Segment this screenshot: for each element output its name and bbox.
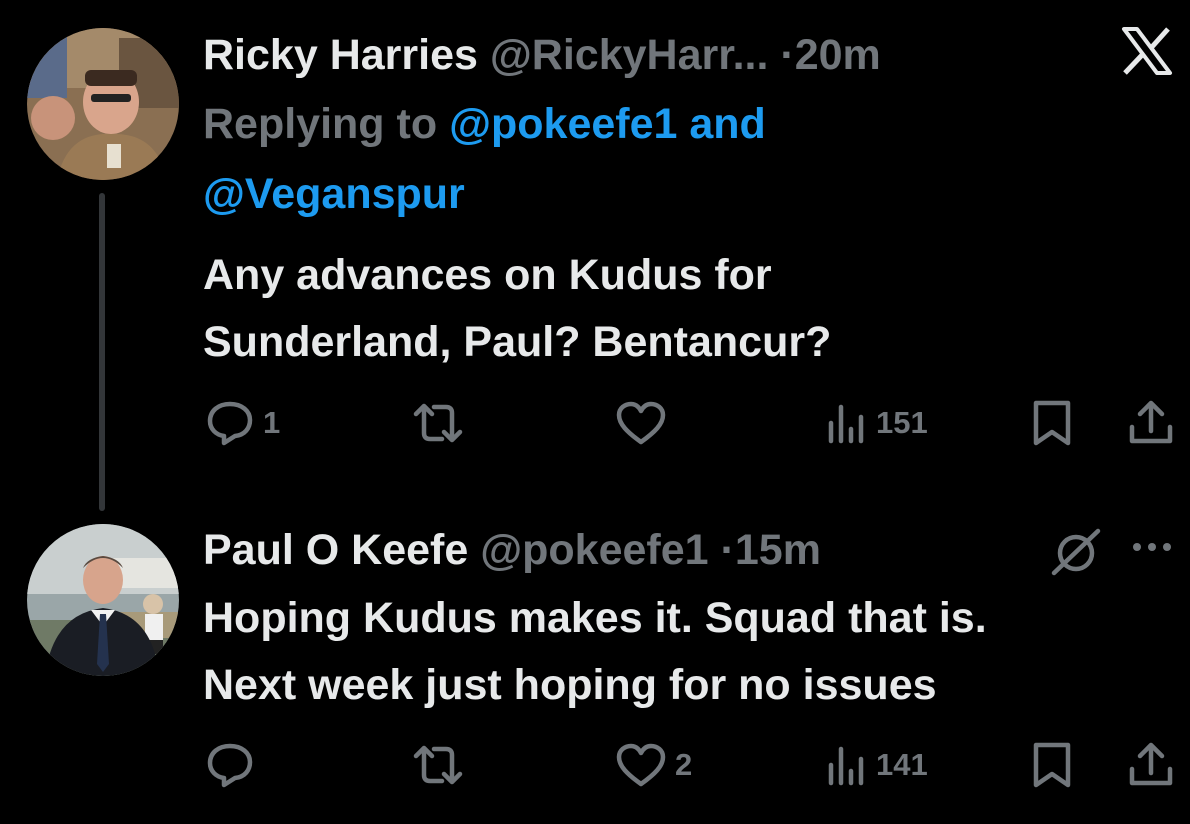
tweet-2-text: Hoping Kudus makes it. Squad that is. Ne…	[203, 594, 987, 709]
like-icon	[615, 741, 667, 789]
author-handle[interactable]: @RickyHarr...	[490, 31, 769, 79]
like-icon	[615, 399, 667, 447]
share-icon	[1127, 741, 1175, 789]
x-logo-icon[interactable]	[1121, 27, 1173, 80]
retweet-button[interactable]	[412, 397, 472, 449]
retweet-icon	[412, 741, 464, 789]
author-handle[interactable]: @pokeefe1	[480, 526, 708, 574]
separator-dot: ·	[720, 526, 735, 574]
tweet-thread: Ricky Harries @RickyHarr... ·20m Replyin…	[0, 0, 1190, 824]
views-icon	[826, 399, 868, 447]
reply-icon	[205, 399, 255, 447]
bookmark-icon	[1030, 399, 1074, 447]
replying-to-line: Replying to @pokeefe1 and	[203, 99, 766, 149]
mention-pokeefe1[interactable]: @pokeefe1	[449, 100, 677, 148]
tweet-1-header: Ricky Harries @RickyHarr... ·20m	[203, 30, 881, 80]
reply-count: 1	[263, 405, 281, 440]
bookmark-icon	[1030, 741, 1074, 789]
avatar-photo	[27, 524, 179, 676]
author-name[interactable]: Paul O Keefe	[203, 526, 468, 574]
like-button[interactable]	[615, 397, 675, 449]
views-button[interactable]: 151	[826, 397, 928, 449]
view-count: 141	[876, 747, 928, 782]
tweet-time[interactable]: 20m	[795, 31, 881, 79]
reply-button[interactable]	[205, 739, 263, 791]
bookmark-button[interactable]	[1030, 739, 1074, 791]
replying-prefix: Replying to	[203, 100, 438, 148]
share-icon	[1127, 399, 1175, 447]
views-icon	[826, 741, 868, 789]
grok-icon[interactable]	[1050, 527, 1102, 584]
mention-and[interactable]: and	[689, 100, 765, 148]
retweet-icon	[412, 399, 464, 447]
reply-icon	[205, 741, 255, 789]
share-button[interactable]	[1127, 739, 1175, 791]
author-name[interactable]: Ricky Harries	[203, 31, 478, 79]
reply-button[interactable]: 1	[205, 397, 280, 449]
like-count: 2	[675, 747, 693, 782]
replying-to-line-2: @Veganspur	[203, 169, 465, 219]
views-button[interactable]: 141	[826, 739, 928, 791]
share-button[interactable]	[1127, 397, 1175, 449]
tweet-1-text: Any advances on Kudus for Sunderland, Pa…	[203, 251, 832, 366]
view-count: 151	[876, 405, 928, 440]
tweet-2-header: Paul O Keefe @pokeefe1 ·15m	[203, 525, 821, 575]
bookmark-button[interactable]	[1030, 397, 1074, 449]
avatar-paul-o-keefe[interactable]	[27, 524, 179, 676]
retweet-button[interactable]	[412, 739, 472, 791]
mention-veganspur[interactable]: @Veganspur	[203, 170, 465, 218]
avatar-ricky-harries[interactable]	[27, 28, 179, 180]
avatar-photo	[27, 28, 179, 180]
like-button[interactable]: 2	[615, 739, 692, 791]
tweet-time[interactable]: 15m	[735, 526, 821, 574]
thread-connector-line	[99, 193, 105, 511]
separator-dot: ·	[780, 31, 795, 79]
more-icon[interactable]	[1132, 540, 1172, 559]
